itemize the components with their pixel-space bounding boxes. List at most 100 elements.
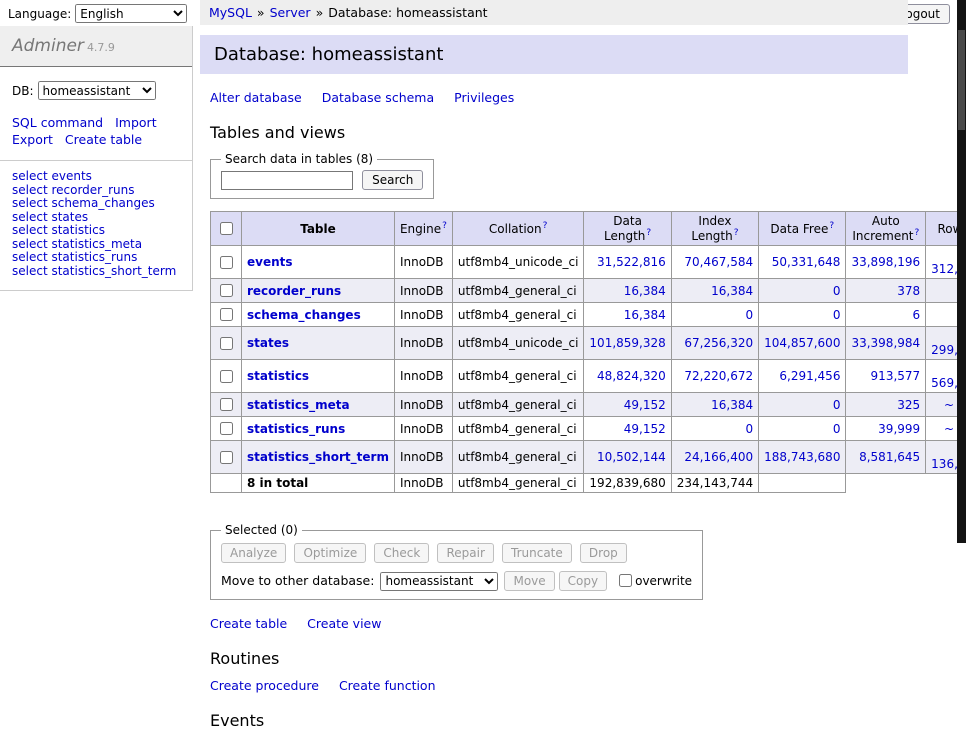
analyze-button[interactable]: Analyze bbox=[221, 543, 286, 563]
row-checkbox[interactable] bbox=[220, 370, 233, 383]
data-length-link[interactable]: 101,859,328 bbox=[589, 336, 665, 350]
data-free-link[interactable]: 188,743,680 bbox=[764, 450, 840, 464]
sidebar-item-select-states[interactable]: select states bbox=[12, 211, 180, 225]
check-button[interactable]: Check bbox=[374, 543, 429, 563]
sidebar-item-select-statistics-short-term[interactable]: select statistics_short_term bbox=[12, 265, 180, 279]
index-length-link[interactable]: 16,384 bbox=[711, 398, 753, 412]
row-checkbox[interactable] bbox=[220, 451, 233, 464]
data-free-link[interactable]: 0 bbox=[833, 398, 841, 412]
sidebar-item-select-statistics-runs[interactable]: select statistics_runs bbox=[12, 251, 180, 265]
table-header-row: Table Engine? Collation? Data Length? In… bbox=[211, 212, 966, 246]
sql-command-link[interactable]: SQL command bbox=[12, 115, 103, 130]
create-table-link-sidebar[interactable]: Create table bbox=[65, 132, 142, 147]
data-free-link[interactable]: 0 bbox=[833, 308, 841, 322]
copy-button[interactable]: Copy bbox=[559, 571, 607, 591]
total-label: 8 in total bbox=[242, 474, 395, 493]
row-checkbox[interactable] bbox=[220, 284, 233, 297]
overwrite-checkbox[interactable] bbox=[619, 574, 632, 587]
repair-button[interactable]: Repair bbox=[437, 543, 493, 563]
data-length-link[interactable]: 49,152 bbox=[624, 422, 666, 436]
auto-increment-link[interactable]: 39,999 bbox=[878, 422, 920, 436]
privileges-link[interactable]: Privileges bbox=[454, 90, 514, 105]
optimize-button[interactable]: Optimize bbox=[294, 543, 366, 563]
row-checkbox[interactable] bbox=[220, 308, 233, 321]
auto-increment-link[interactable]: 33,398,984 bbox=[851, 336, 920, 350]
search-button[interactable]: Search bbox=[362, 170, 423, 190]
row-checkbox[interactable] bbox=[220, 337, 233, 350]
table-name-link[interactable]: statistics_runs bbox=[247, 422, 345, 436]
row-checkbox[interactable] bbox=[220, 398, 233, 411]
data-length-link[interactable]: 10,502,144 bbox=[597, 450, 666, 464]
auto-increment-link[interactable]: 913,577 bbox=[871, 369, 921, 383]
create-view-link[interactable]: Create view bbox=[307, 616, 381, 631]
import-link[interactable]: Import bbox=[115, 115, 157, 130]
move-button[interactable]: Move bbox=[504, 571, 554, 591]
data-length-link[interactable]: 16,384 bbox=[624, 284, 666, 298]
drop-button[interactable]: Drop bbox=[580, 543, 627, 563]
index-length-link[interactable]: 0 bbox=[745, 308, 753, 322]
help-icon[interactable]: ? bbox=[442, 221, 447, 231]
database-schema-link[interactable]: Database schema bbox=[322, 90, 434, 105]
table-name-link[interactable]: statistics bbox=[247, 369, 309, 383]
data-free-link[interactable]: 0 bbox=[833, 284, 841, 298]
scrollbar[interactable] bbox=[957, 0, 966, 543]
index-length-link[interactable]: 0 bbox=[745, 422, 753, 436]
language-select[interactable]: English bbox=[75, 4, 187, 23]
data-length-link[interactable]: 16,384 bbox=[624, 308, 666, 322]
table-name-link[interactable]: schema_changes bbox=[247, 308, 361, 322]
select-all-checkbox[interactable] bbox=[220, 222, 233, 235]
index-length-link[interactable]: 24,166,400 bbox=[684, 450, 753, 464]
sidebar-item-select-statistics[interactable]: select statistics bbox=[12, 224, 180, 238]
help-icon[interactable]: ? bbox=[915, 228, 920, 238]
data-free-link[interactable]: 50,331,648 bbox=[772, 255, 841, 269]
help-icon[interactable]: ? bbox=[646, 228, 651, 238]
help-icon[interactable]: ? bbox=[543, 221, 548, 231]
index-length-link[interactable]: 70,467,584 bbox=[684, 255, 753, 269]
index-length-link[interactable]: 72,220,672 bbox=[684, 369, 753, 383]
db-select[interactable]: homeassistant bbox=[38, 81, 156, 100]
export-link[interactable]: Export bbox=[12, 132, 53, 147]
index-length-link[interactable]: 16,384 bbox=[711, 284, 753, 298]
sidebar-item-select-schema-changes[interactable]: select schema_changes bbox=[12, 197, 180, 211]
auto-increment-link[interactable]: 6 bbox=[913, 308, 921, 322]
data-length-link[interactable]: 31,522,816 bbox=[597, 255, 666, 269]
table-name-link[interactable]: statistics_meta bbox=[247, 398, 350, 412]
table-name-link[interactable]: recorder_runs bbox=[247, 284, 341, 298]
table-name-cell: events bbox=[242, 246, 395, 279]
sidebar-item-select-recorder-runs[interactable]: select recorder_runs bbox=[12, 184, 180, 198]
breadcrumb-mysql-link[interactable]: MySQL bbox=[209, 5, 252, 20]
help-icon[interactable]: ? bbox=[829, 221, 834, 231]
data-length-link[interactable]: 48,824,320 bbox=[597, 369, 666, 383]
data-free-link[interactable]: 0 bbox=[833, 422, 841, 436]
help-icon[interactable]: ? bbox=[734, 228, 739, 238]
auto-increment-link[interactable]: 33,898,196 bbox=[851, 255, 920, 269]
alter-database-link[interactable]: Alter database bbox=[210, 90, 302, 105]
auto-increment-link[interactable]: 378 bbox=[897, 284, 920, 298]
index-length-link[interactable]: 67,256,320 bbox=[684, 336, 753, 350]
sidebar-item-select-events[interactable]: select events bbox=[12, 170, 180, 184]
truncate-button[interactable]: Truncate bbox=[502, 543, 572, 563]
scrollbar-thumb[interactable] bbox=[958, 30, 965, 130]
breadcrumb-server-link[interactable]: Server bbox=[270, 5, 311, 20]
data-length-link[interactable]: 49,152 bbox=[624, 398, 666, 412]
engine-cell: InnoDB bbox=[394, 441, 452, 474]
data-free-link[interactable]: 104,857,600 bbox=[764, 336, 840, 350]
events-heading: Events bbox=[210, 711, 908, 730]
create-table-link[interactable]: Create table bbox=[210, 616, 287, 631]
row-checkbox[interactable] bbox=[220, 256, 233, 269]
table-name-link[interactable]: events bbox=[247, 255, 293, 269]
move-row: Move to other database:homeassistantMove… bbox=[221, 571, 692, 591]
move-db-select[interactable]: homeassistant bbox=[380, 572, 498, 591]
sidebar-item-select-statistics-meta[interactable]: select statistics_meta bbox=[12, 238, 180, 252]
create-procedure-link[interactable]: Create procedure bbox=[210, 678, 319, 693]
auto-increment-link[interactable]: 8,581,645 bbox=[859, 450, 920, 464]
data-free-link[interactable]: 6,291,456 bbox=[779, 369, 840, 383]
create-function-link[interactable]: Create function bbox=[339, 678, 436, 693]
table-name-link[interactable]: states bbox=[247, 336, 289, 350]
row-checkbox[interactable] bbox=[220, 422, 233, 435]
auto-increment-link[interactable]: 325 bbox=[897, 398, 920, 412]
table-name-link[interactable]: statistics_short_term bbox=[247, 450, 389, 464]
search-input[interactable] bbox=[221, 171, 353, 190]
app-name-link[interactable]: Adminer bbox=[12, 36, 84, 56]
table-total-row: 8 in total InnoDB utf8mb4_general_ci 192… bbox=[211, 474, 966, 493]
